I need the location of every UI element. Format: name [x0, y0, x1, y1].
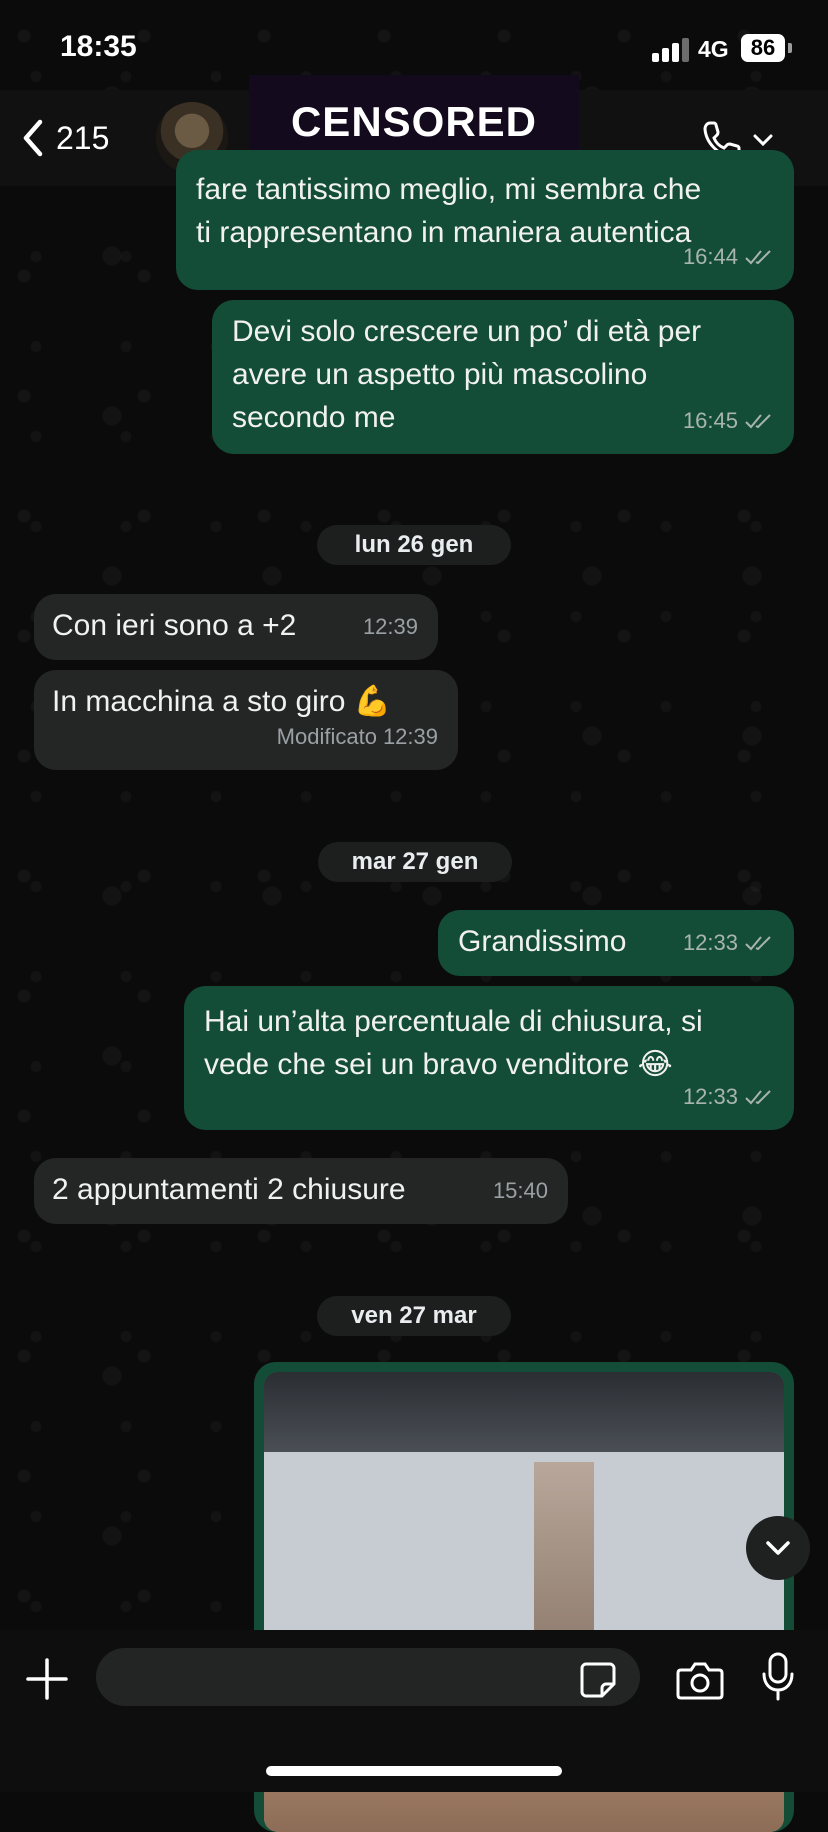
double-check-icon [745, 249, 771, 264]
edited-label: Modificato [276, 724, 377, 749]
message-time: 12:33 [682, 1084, 738, 1109]
battery-icon: 86 [741, 34, 785, 62]
plus-icon[interactable] [24, 1656, 70, 1702]
message-meta: 16:44 [683, 235, 774, 278]
scroll-to-bottom-button[interactable] [746, 1516, 810, 1580]
message-bubble[interactable]: In macchina a sto giro 💪 Modificato 12:3… [34, 670, 458, 770]
message-bubble[interactable]: fare tantissimo meglio, mi sembra che ti… [176, 150, 794, 290]
message-meta: 16:45 [683, 399, 774, 442]
message-input[interactable] [96, 1648, 640, 1706]
double-check-icon [745, 935, 771, 950]
signal-icon [652, 38, 690, 62]
date-separator: ven 27 mar [317, 1296, 511, 1336]
message-meta: 12:33 [683, 921, 774, 964]
photo-car-roof [264, 1372, 784, 1452]
message-meta: 15:40 [493, 1169, 548, 1212]
chevron-left-icon [23, 119, 43, 157]
chevron-down-icon [766, 1541, 790, 1555]
message-meta: Modificato 12:39 [277, 715, 438, 758]
status-time: 18:35 [60, 30, 137, 63]
battery-tip [788, 43, 792, 53]
message-bubble[interactable]: Grandissimo 12:33 [438, 910, 794, 976]
message-time: 16:45 [682, 408, 738, 433]
message-time: 16:44 [682, 244, 738, 269]
date-separator: lun 26 gen [317, 525, 511, 565]
message-time: 15:40 [492, 1178, 548, 1203]
unread-count: 215 [56, 119, 110, 156]
network-type: 4G [698, 36, 729, 62]
message-bubble[interactable]: Hai un’alta percentuale di chiusura, si … [184, 986, 794, 1130]
message-meta: 12:39 [363, 605, 418, 648]
message-text: 2 appuntamenti 2 chiusure [52, 1173, 406, 1206]
message-time: 12:39 [362, 614, 418, 639]
message-bubble[interactable]: 2 appuntamenti 2 chiusure 15:40 [34, 1158, 568, 1224]
home-indicator[interactable] [266, 1766, 562, 1776]
message-text: Hai un’alta percentuale di chiusura, si … [204, 1005, 703, 1081]
back-button[interactable]: 215 [20, 110, 109, 166]
message-bubble[interactable]: Con ieri sono a +2 12:39 [34, 594, 438, 660]
double-check-icon [745, 1089, 771, 1104]
camera-icon[interactable] [676, 1660, 724, 1700]
chevron-down-icon [753, 134, 773, 147]
message-meta: 12:33 [683, 1075, 774, 1118]
message-time: 12:33 [682, 930, 738, 955]
message-bubble[interactable]: Devi solo crescere un po’ di età per ave… [212, 300, 794, 454]
message-time: 12:39 [382, 724, 438, 749]
double-check-icon [745, 413, 771, 428]
microphone-icon[interactable] [760, 1652, 796, 1702]
sticker-icon[interactable] [578, 1660, 618, 1700]
date-separator: mar 27 gen [318, 842, 512, 882]
